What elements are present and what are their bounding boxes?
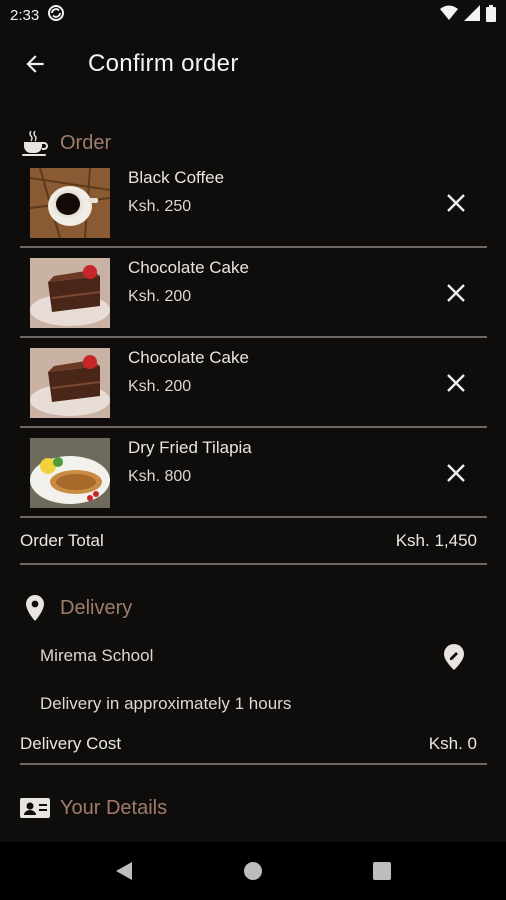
chocolate-cake-image bbox=[30, 258, 110, 328]
order-total-label: Order Total bbox=[20, 530, 104, 550]
signal-icon bbox=[464, 5, 480, 25]
order-item: Chocolate Cake Ksh. 200 bbox=[20, 248, 487, 338]
black-coffee-image bbox=[30, 168, 110, 238]
nav-home-button[interactable] bbox=[233, 851, 273, 891]
details-section-heading: Your Details bbox=[20, 793, 167, 823]
delivery-section-heading: Delivery bbox=[20, 593, 132, 623]
app-bar: Confirm order bbox=[0, 30, 506, 98]
nav-recents-button[interactable] bbox=[362, 851, 402, 891]
coffee-cup-icon bbox=[20, 128, 50, 158]
close-icon bbox=[447, 194, 465, 212]
edit-location-icon bbox=[444, 644, 464, 670]
item-price: Ksh. 200 bbox=[128, 288, 192, 305]
system-navigation-bar bbox=[0, 842, 506, 900]
edit-location-button[interactable] bbox=[440, 642, 468, 672]
delivery-cost-row: Delivery Cost Ksh. 0 bbox=[20, 725, 487, 765]
remove-item-button[interactable] bbox=[441, 368, 471, 398]
delivery-heading-label: Delivery bbox=[60, 596, 133, 619]
item-price: Ksh. 800 bbox=[128, 468, 192, 485]
order-item: Chocolate Cake Ksh. 200 bbox=[20, 338, 487, 428]
circle-home-icon bbox=[243, 862, 262, 880]
arrow-back-icon bbox=[26, 55, 44, 73]
order-item: Black Coffee Ksh. 250 bbox=[20, 158, 487, 248]
contact-card-icon bbox=[20, 793, 50, 823]
chocolate-cake-image bbox=[30, 348, 110, 418]
remove-item-button[interactable] bbox=[441, 188, 471, 218]
location-pin-icon bbox=[20, 593, 50, 623]
delivery-eta: Delivery in approximately 1 hours bbox=[40, 694, 292, 713]
dry-fried-tilapia-image bbox=[30, 438, 110, 508]
remove-item-button[interactable] bbox=[441, 458, 471, 488]
order-total-value: Ksh. 1,450 bbox=[395, 530, 477, 550]
delivery-cost-label: Delivery Cost bbox=[20, 734, 122, 753]
close-icon bbox=[447, 284, 465, 302]
sync-status-icon bbox=[47, 4, 65, 26]
close-icon bbox=[447, 374, 465, 392]
order-section-heading: Order bbox=[20, 128, 111, 158]
item-name: Chocolate Cake bbox=[128, 258, 249, 277]
details-heading-label: Your Details bbox=[60, 796, 168, 819]
item-name: Chocolate Cake bbox=[128, 348, 249, 367]
wifi-icon bbox=[440, 5, 458, 25]
status-bar: 2:33 bbox=[0, 0, 506, 30]
delivery-cost-value: Ksh. 0 bbox=[428, 734, 477, 753]
order-total-row: Order Total Ksh. 1,450 bbox=[20, 518, 487, 565]
square-recents-icon bbox=[372, 862, 391, 880]
order-item: Dry Fried Tilapia Ksh. 800 bbox=[20, 428, 487, 518]
order-heading-label: Order bbox=[60, 131, 112, 154]
page-title: Confirm order bbox=[88, 50, 239, 77]
remove-item-button[interactable] bbox=[441, 278, 471, 308]
battery-icon bbox=[486, 4, 496, 26]
close-icon bbox=[447, 464, 465, 482]
delivery-location: Mirema School bbox=[40, 646, 154, 665]
item-name: Dry Fried Tilapia bbox=[128, 438, 252, 457]
item-price: Ksh. 200 bbox=[128, 378, 192, 395]
status-time: 2:33 bbox=[10, 6, 40, 24]
back-button[interactable] bbox=[20, 49, 50, 79]
item-price: Ksh. 250 bbox=[128, 198, 192, 215]
nav-back-button[interactable] bbox=[104, 851, 144, 891]
triangle-back-icon bbox=[116, 862, 133, 880]
item-name: Black Coffee bbox=[128, 168, 225, 187]
